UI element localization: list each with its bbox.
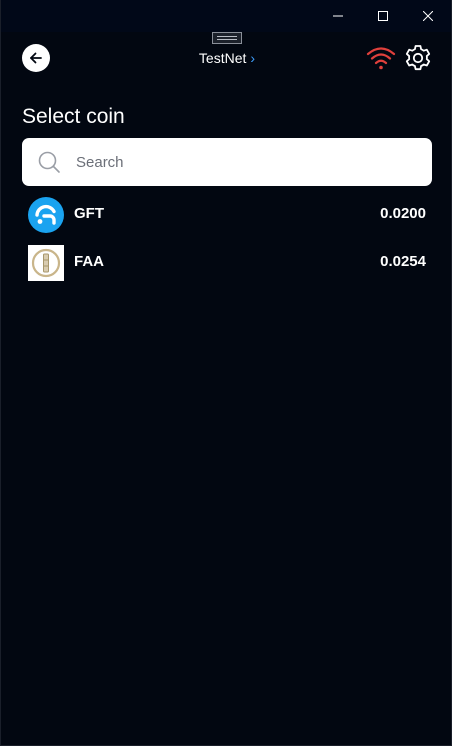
maximize-button[interactable]	[360, 0, 406, 32]
coin-symbol: FAA	[74, 253, 104, 270]
coin-row-gft[interactable]: GFT 0.0200	[22, 193, 432, 237]
coin-row-faa[interactable]: FAA 0.0254	[22, 241, 432, 285]
maximize-icon	[378, 11, 388, 21]
title-bar[interactable]	[1, 0, 451, 32]
faa-coin-logo	[28, 245, 64, 281]
minimize-button[interactable]	[315, 0, 361, 32]
gft-coin-logo	[28, 197, 64, 233]
network-selector[interactable]: TestNet ›	[161, 48, 293, 68]
close-icon	[423, 11, 433, 21]
search-icon	[38, 151, 60, 173]
back-button[interactable]	[22, 44, 50, 72]
chevron-right-icon: ›	[250, 50, 256, 66]
close-button[interactable]	[405, 0, 451, 32]
page-title: Select coin	[22, 105, 125, 128]
search-input[interactable]	[76, 138, 416, 186]
drag-handle[interactable]	[212, 32, 242, 44]
coin-balance: 0.0200	[380, 205, 426, 222]
network-label: TestNet	[198, 50, 247, 66]
arrow-left-icon	[30, 52, 42, 64]
app-window: TestNet › Select coin GFT 0.0200	[0, 0, 452, 746]
search-box[interactable]	[22, 138, 432, 186]
coin-balance: 0.0254	[380, 253, 426, 270]
gear-icon[interactable]	[403, 43, 433, 73]
wifi-icon[interactable]	[366, 45, 396, 71]
minimize-icon	[333, 15, 343, 17]
coin-symbol: GFT	[74, 205, 104, 222]
